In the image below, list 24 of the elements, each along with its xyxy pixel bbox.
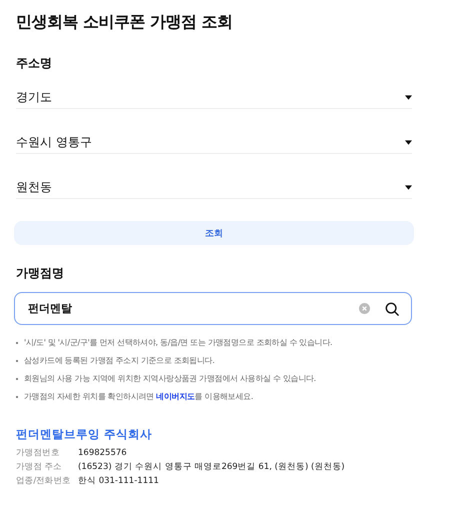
dropdown[interactable]: 수원시 영통구: [16, 131, 412, 154]
field-label: 가맹점번호: [16, 447, 61, 460]
caret-icon: [405, 140, 412, 144]
search-icon[interactable]: [385, 302, 399, 316]
caret-icon: [405, 94, 412, 100]
field-value: 169825576: [78, 447, 127, 460]
merchant-name[interactable]: 펀더멘탈브루잉 주식회사: [16, 427, 412, 442]
search-field[interactable]: 펀더멘탈: [14, 292, 412, 325]
field-value: (16523) 경기 수원시 영통구 매영로269번길 61, (원천동) (원천동): [78, 461, 345, 474]
notice-text: 가맹점의 자세한 위치를 확인하시려면 네이버지도를 이용해보세요.: [24, 391, 254, 402]
search-button[interactable]: 조회: [14, 221, 414, 245]
map-link[interactable]: 네이버지도: [156, 392, 195, 401]
caret-icon: [405, 184, 412, 190]
field-value: 한식 031-111-1111: [78, 475, 159, 488]
section-label: 주소명: [16, 55, 53, 72]
notice-text: 삼성카드에 등록된 가맹점 주소지 기준으로 조회됩니다.: [24, 355, 215, 366]
field-label: 가맹점 주소: [16, 461, 63, 474]
dropdown[interactable]: 원천동: [16, 176, 412, 199]
dropdown[interactable]: 경기도: [16, 86, 412, 109]
notice-text: '시/도' 및 '시/군/구'를 먼저 선택하셔야, 동/읍/면 또는 가맹점명으로 조회하실 수 있습니다.: [24, 337, 332, 348]
notice-text: 회원님의 사용 가능 지역에 위치한 지역사랑상품권 가맹점에서 사용하실 수 있습니다.: [24, 373, 316, 384]
field-label: 업종/전화번호: [16, 475, 72, 488]
page-title: 민생회복 소비쿠폰 가맹점 조회: [16, 12, 234, 33]
section-label: 가맹점명: [16, 265, 65, 282]
